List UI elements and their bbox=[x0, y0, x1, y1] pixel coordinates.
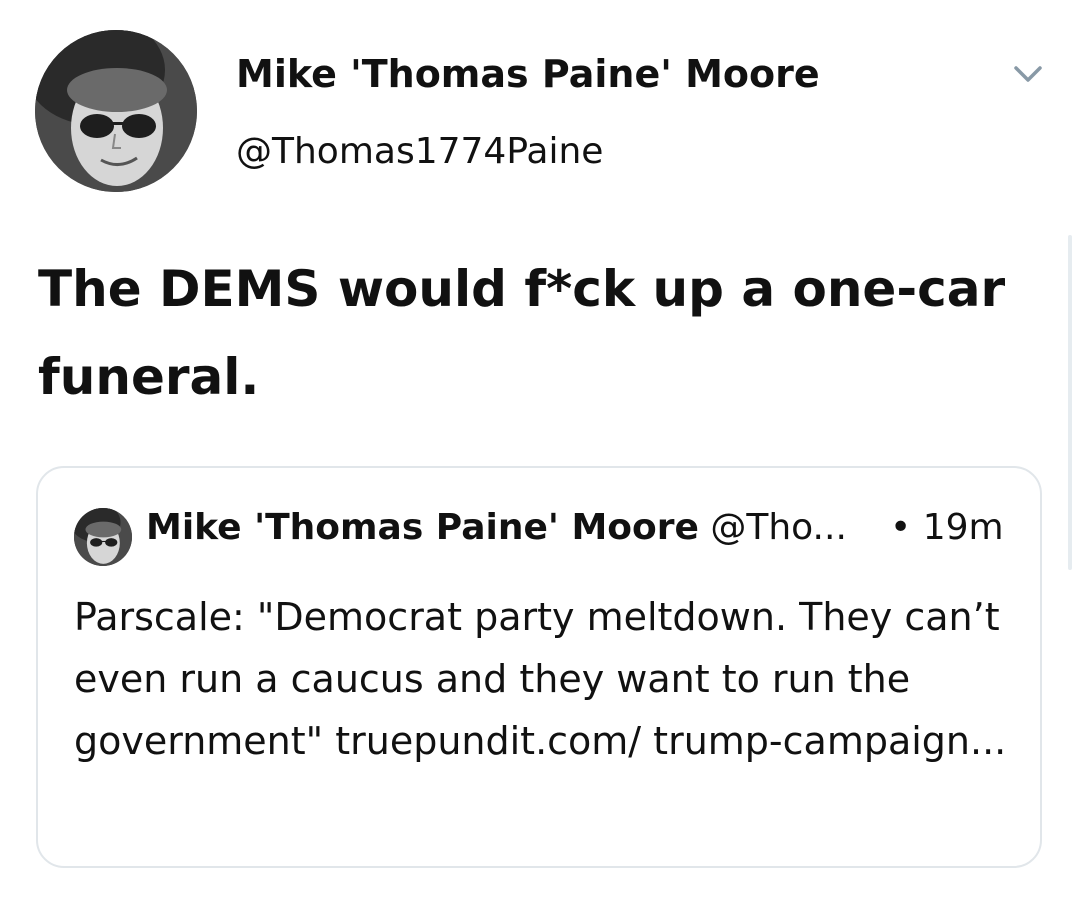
quoted-author-display-name: Mike 'Thomas Paine' Moore bbox=[146, 507, 699, 548]
author-handle[interactable]: @Thomas1774Paine bbox=[236, 130, 603, 173]
avatar-portrait-icon bbox=[74, 508, 132, 566]
quoted-tweet-card[interactable]: Mike 'Thomas Paine' Moore @Tho... • 19m … bbox=[36, 466, 1042, 868]
quoted-author-avatar bbox=[74, 508, 132, 566]
tweet-menu-button[interactable] bbox=[1010, 60, 1046, 90]
scrollbar[interactable] bbox=[1068, 235, 1072, 570]
tweet-text: The DEMS would f*ck up a one-car funeral… bbox=[38, 260, 1006, 406]
quoted-tweet-header: Mike 'Thomas Paine' Moore @Tho... bbox=[146, 506, 847, 549]
timestamp: 19m bbox=[922, 507, 1004, 548]
avatar-portrait-icon bbox=[35, 30, 197, 192]
tweet[interactable]: Mike 'Thomas Paine' Moore @Thomas1774Pai… bbox=[0, 0, 1074, 897]
quoted-tweet-timestamp: • 19m bbox=[890, 506, 1004, 549]
quoted-author-handle: @Tho... bbox=[710, 507, 847, 548]
quoted-tweet-text: Parscale: "Democrat party meltdown. They… bbox=[74, 595, 1007, 763]
chevron-down-icon bbox=[1014, 66, 1042, 82]
author-display-name[interactable]: Mike 'Thomas Paine' Moore bbox=[236, 52, 820, 98]
separator-dot: • bbox=[890, 507, 912, 548]
author-avatar[interactable] bbox=[35, 30, 197, 192]
